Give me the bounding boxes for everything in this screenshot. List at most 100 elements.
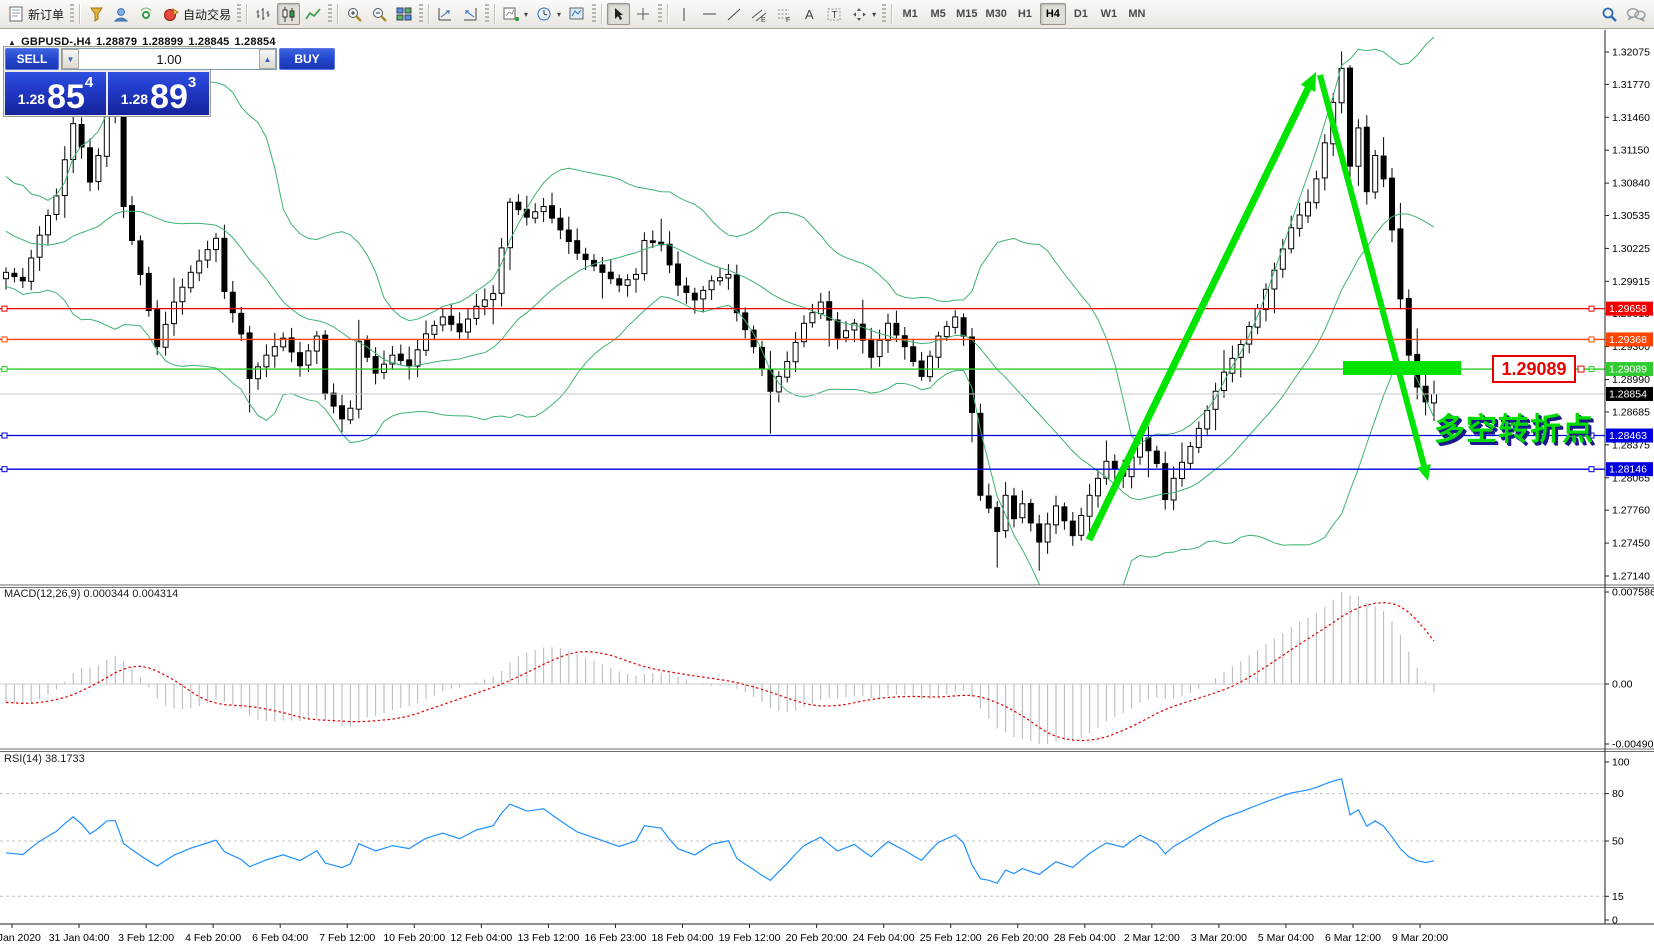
- timeframe-m30-button[interactable]: M30: [982, 3, 1009, 25]
- channel-button[interactable]: E: [748, 3, 771, 25]
- autotrade-button-label: 自动交易: [183, 6, 231, 23]
- volume-up-button[interactable]: ▲: [259, 49, 276, 69]
- vline-icon: [676, 6, 693, 23]
- rsi-tick-label: 80: [1612, 788, 1624, 800]
- time-tick-label: 31 Jan 04:00: [49, 932, 110, 944]
- callout-handle[interactable]: [1578, 366, 1584, 372]
- timeframe-h4-button[interactable]: H4: [1040, 3, 1066, 25]
- line-handle[interactable]: [2, 433, 7, 438]
- toolbar-separator: [882, 4, 886, 24]
- price-callout-box[interactable]: 1.29089: [1492, 355, 1576, 383]
- funnel-icon: [88, 6, 105, 23]
- line-handle[interactable]: [2, 306, 7, 311]
- line-handle[interactable]: [2, 367, 7, 372]
- time-tick-label: 20 Feb 20:00: [786, 932, 848, 944]
- time-tick-label: 7 Feb 12:00: [319, 932, 375, 944]
- shapes-button[interactable]: ▾: [848, 3, 879, 25]
- chevron-down-icon[interactable]: ▾: [524, 10, 528, 19]
- sell-price-sup: 4: [85, 74, 93, 91]
- chevron-down-icon[interactable]: ▾: [872, 10, 876, 19]
- autotrade-button[interactable]: 自动交易: [160, 3, 234, 25]
- hline-button[interactable]: [698, 3, 721, 25]
- timeframe-w1-button[interactable]: W1: [1096, 3, 1122, 25]
- sell-price-small: 1.28: [18, 86, 45, 112]
- line-chart-button[interactable]: [302, 3, 325, 25]
- crosshair-button[interactable]: [632, 3, 655, 25]
- time-tick-label: 2 Mar 12:00: [1124, 932, 1180, 944]
- price-tick-label: 1.31150: [1612, 145, 1649, 157]
- period-button[interactable]: ▾: [533, 3, 564, 25]
- line-icon: [305, 6, 322, 23]
- auto-scroll-button[interactable]: [434, 3, 457, 25]
- chevron-down-icon[interactable]: ▾: [557, 10, 561, 19]
- channel-icon: E: [751, 6, 768, 23]
- add-indicator-button[interactable]: ▾: [500, 3, 531, 25]
- timeframe-m1-button[interactable]: M1: [897, 3, 923, 25]
- price-tick-label: 1.30840: [1612, 178, 1650, 190]
- timeframe-h1-button[interactable]: H1: [1012, 3, 1038, 25]
- time-tick-label: 12 Feb 04:00: [450, 932, 512, 944]
- bar-chart-button[interactable]: [252, 3, 275, 25]
- buy-button[interactable]: BUY: [279, 48, 335, 70]
- macd-label: MACD(12,26,9) 0.000344 0.004314: [4, 588, 178, 600]
- timeframe-d1-button[interactable]: D1: [1068, 3, 1094, 25]
- clock-icon: [536, 6, 553, 23]
- price-tick-label: 1.32075: [1612, 47, 1650, 59]
- buy-price-sup: 3: [188, 74, 196, 91]
- line-handle[interactable]: [1589, 337, 1594, 342]
- line-handle[interactable]: [2, 337, 7, 342]
- volume-input[interactable]: [79, 49, 259, 69]
- buy-price-big: 89: [150, 82, 188, 112]
- new-order-button[interactable]: 新订单: [5, 3, 67, 25]
- tile-windows-button[interactable]: [393, 3, 416, 25]
- price-badge-label: 1.29089: [1609, 364, 1647, 376]
- rsi-label: RSI(14) 38.1733: [4, 753, 85, 765]
- cursor-icon: [610, 6, 627, 23]
- quote-close: 1.28854: [234, 36, 275, 48]
- zoom-in-button[interactable]: [343, 3, 366, 25]
- chart-svg: 1.320751.317701.314601.311501.308401.305…: [0, 0, 1654, 947]
- publisher-button[interactable]: [110, 3, 133, 25]
- svg-text:A: A: [805, 7, 814, 22]
- line-handle[interactable]: [1589, 306, 1594, 311]
- search-button[interactable]: [1597, 3, 1621, 25]
- toolbar-separator: [601, 4, 603, 24]
- price-badge-label: 1.29368: [1609, 334, 1647, 346]
- time-tick-label: 6 Mar 12:00: [1325, 932, 1381, 944]
- vline-button[interactable]: [673, 3, 696, 25]
- price-tick-label: 1.31460: [1612, 112, 1650, 124]
- timeframe-m15-button[interactable]: M15: [953, 3, 980, 25]
- crosshair-icon: [635, 6, 652, 23]
- time-tick-label: 3 Mar 20:00: [1191, 932, 1247, 944]
- sell-price-box[interactable]: 1.28 85 4: [5, 72, 106, 115]
- candles-icon: [280, 6, 297, 23]
- label-button[interactable]: T: [823, 3, 846, 25]
- line-handle[interactable]: [1589, 467, 1594, 472]
- template-button[interactable]: [566, 3, 589, 25]
- buy-price-box[interactable]: 1.28 89 3: [108, 72, 209, 115]
- price-tick-label: 1.27450: [1612, 538, 1650, 550]
- zoom-out-button[interactable]: [368, 3, 391, 25]
- macd-tick-label: 0.00: [1612, 679, 1633, 691]
- toolbar: 新订单 自动交易 ▾ ▾ EFAT ▾ M1M5M15M30H1H4D1W1MN: [0, 0, 1654, 29]
- volume-down-button[interactable]: ▼: [62, 49, 79, 69]
- candle-chart-button[interactable]: [277, 3, 300, 25]
- chat-button[interactable]: [1623, 3, 1649, 25]
- fibo-button[interactable]: F: [773, 3, 796, 25]
- line-handle[interactable]: [2, 467, 7, 472]
- cursor-button[interactable]: [607, 3, 630, 25]
- trendline-button[interactable]: [723, 3, 746, 25]
- zoom-in-icon: [346, 6, 363, 23]
- chart-shift-button[interactable]: [459, 3, 482, 25]
- funnel-button[interactable]: [85, 3, 108, 25]
- level-highlight-bar[interactable]: [1343, 361, 1461, 375]
- rsi-tick-label: 50: [1612, 836, 1624, 848]
- toolbar-separator: [592, 4, 596, 24]
- signals-button[interactable]: [135, 3, 158, 25]
- timeframe-m5-button[interactable]: M5: [925, 3, 951, 25]
- timeframe-mn-button[interactable]: MN: [1124, 3, 1150, 25]
- sell-button[interactable]: SELL: [5, 48, 59, 70]
- turning-point-annotation[interactable]: 多空转折点: [1434, 404, 1634, 449]
- time-tick-label: 13 Feb 12:00: [517, 932, 579, 944]
- text-button[interactable]: A: [798, 3, 821, 25]
